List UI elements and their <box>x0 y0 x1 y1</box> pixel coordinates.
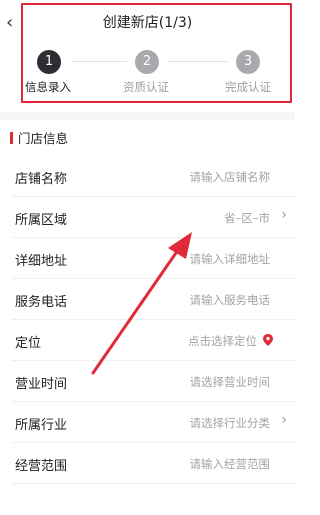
form-row-hours[interactable]: 营业时间 请选择营业时间 <box>0 361 295 402</box>
location-select[interactable]: 点击选择定位 <box>188 333 257 349</box>
hours-select[interactable]: 请选择营业时间 <box>190 374 271 390</box>
form-row-industry[interactable]: 所属行业 请选择行业分类 › <box>0 402 295 443</box>
region-select[interactable]: 省–区–市 <box>224 210 270 226</box>
header: ‹ 创建新店(1/3) 1 2 3 信息录入 资质认证 完成认证 <box>0 0 295 112</box>
section-marker <box>10 131 13 144</box>
form-row-address[interactable]: 详细地址 请输入详细地址 <box>0 238 295 279</box>
section-title-text: 门店信息 <box>18 131 69 146</box>
address-input[interactable]: 请输入详细地址 <box>190 251 271 267</box>
section-gap <box>0 112 295 120</box>
row-label: 服务电话 <box>15 295 68 310</box>
row-label: 所属行业 <box>15 418 68 433</box>
form-row-phone[interactable]: 服务电话 请输入服务电话 <box>0 279 295 320</box>
row-label: 详细地址 <box>15 254 68 269</box>
highlight-box <box>21 3 292 103</box>
location-pin-icon[interactable] <box>263 334 273 346</box>
section-title: 门店信息 <box>10 128 68 147</box>
industry-select[interactable]: 请选择行业分类 <box>190 415 271 431</box>
shop-name-input[interactable]: 请输入店铺名称 <box>190 169 271 185</box>
row-label: 经营范围 <box>15 459 68 474</box>
phone-input[interactable]: 请输入服务电话 <box>190 292 271 308</box>
form-row-business-scope[interactable]: 经营范围 请输入经营范围 <box>0 443 295 484</box>
row-label: 店铺名称 <box>15 172 68 187</box>
chevron-right-icon[interactable]: › <box>281 412 287 428</box>
row-label: 所属区域 <box>15 213 68 228</box>
form-row-location[interactable]: 定位 点击选择定位 <box>0 320 295 361</box>
row-label: 定位 <box>15 336 42 351</box>
form-row-shop-name[interactable]: 店铺名称 请输入店铺名称 <box>0 156 295 197</box>
divider <box>12 483 295 484</box>
row-label: 营业时间 <box>15 377 68 392</box>
form-row-region[interactable]: 所属区域 省–区–市 › <box>0 197 295 238</box>
business-scope-input[interactable]: 请输入经营范围 <box>190 456 271 472</box>
chevron-right-icon[interactable]: › <box>281 207 287 223</box>
